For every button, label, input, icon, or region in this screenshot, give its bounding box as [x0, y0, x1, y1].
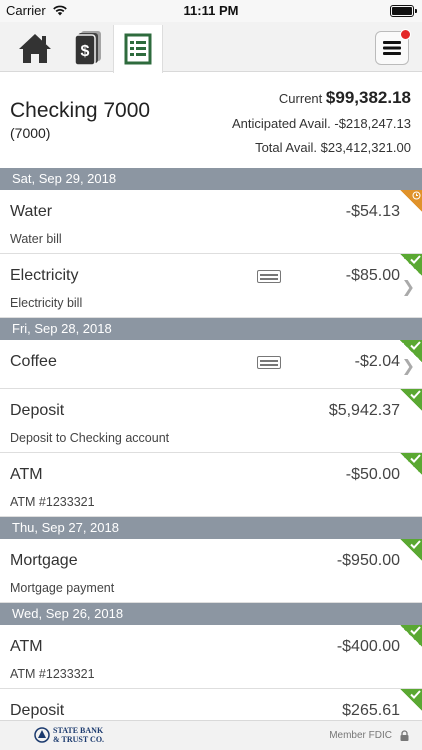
date-header: Wed, Sep 26, 2018 [0, 603, 422, 625]
fdic-label: Member FDIC [329, 730, 392, 741]
account-number: (7000) [10, 125, 51, 141]
transaction-amount: $265.61 [342, 702, 400, 719]
cleared-check-icon [400, 689, 422, 711]
current-balance-label: Current [278, 91, 323, 106]
transaction-row[interactable]: Deposit $265.61 [0, 689, 422, 720]
transaction-title: ATM [10, 638, 43, 655]
transaction-amount: $5,942.37 [328, 402, 400, 419]
current-balance: Current $99,382.18 [279, 88, 411, 108]
transaction-title: Mortgage [10, 552, 78, 569]
date-header: Fri, Sep 28, 2018 [0, 318, 422, 340]
bank-logo: STATE BANK & TRUST CO. [34, 726, 104, 744]
transaction-amount: -$2.04 [354, 353, 400, 370]
menu-button[interactable] [375, 29, 411, 65]
transaction-title: Deposit [10, 402, 65, 419]
bank-name-line1: STATE BANK [53, 726, 104, 735]
transaction-row[interactable]: Electricity Electricity bill -$85.00 ❯ [0, 254, 422, 318]
card-icon [257, 270, 281, 283]
anticipated-balance: Anticipated Avail. -$218,247.13 [232, 116, 411, 131]
transaction-row[interactable]: Coffee -$2.04 ❯ [0, 340, 422, 389]
transaction-title: Water [10, 203, 53, 220]
transaction-row[interactable]: ATM ATM #1233321 -$50.00 [0, 453, 422, 517]
transaction-description: Electricity bill [10, 296, 83, 310]
money-icon: $ [74, 31, 101, 66]
transaction-amount: -$950.00 [336, 552, 400, 569]
battery-icon [390, 5, 417, 17]
date-header: Sat, Sep 29, 2018 [0, 168, 422, 190]
transaction-description: Mortgage payment [10, 581, 115, 595]
bank-name-line2: & TRUST CO. [53, 735, 105, 744]
transaction-title: Coffee [10, 353, 57, 370]
transaction-description: Water bill [10, 232, 62, 246]
transaction-amount: -$85.00 [345, 267, 400, 284]
transaction-amount: -$54.13 [345, 203, 400, 220]
home-tab[interactable] [11, 25, 59, 71]
account-summary: Checking 7000 (7000) Current $99,382.18 … [0, 73, 422, 168]
notification-badge [400, 29, 411, 40]
transaction-description: ATM #1233321 [10, 495, 95, 509]
transaction-row[interactable]: ATM ATM #1233321 -$400.00 [0, 625, 422, 689]
cleared-check-icon [400, 453, 422, 475]
status-bar: Carrier 11:11 PM [0, 0, 422, 22]
register-icon [124, 33, 152, 65]
lock-icon [400, 730, 409, 741]
total-balance-label: Total Avail. [255, 140, 317, 155]
transaction-amount: -$400.00 [336, 638, 400, 655]
date-header: Thu, Sep 27, 2018 [0, 517, 422, 539]
transaction-amount: -$50.00 [345, 466, 400, 483]
transaction-row[interactable]: Deposit Deposit to Checking account $5,9… [0, 389, 422, 453]
cleared-check-icon [400, 254, 422, 276]
register-tab[interactable] [113, 25, 163, 73]
clock-time: 11:11 PM [183, 3, 239, 18]
cleared-check-icon [400, 389, 422, 411]
transaction-description: Deposit to Checking account [10, 431, 170, 445]
accounts-tab[interactable]: $ [62, 25, 110, 71]
current-balance-value: $99,382.18 [325, 88, 411, 107]
home-icon [19, 34, 51, 63]
total-balance: Total Avail. $23,412,321.00 [255, 140, 411, 155]
total-balance-value: $23,412,321.00 [320, 140, 411, 155]
card-icon [257, 356, 281, 369]
transaction-title: ATM [10, 466, 43, 483]
hamburger-icon [383, 41, 401, 55]
top-nav: $ [0, 22, 422, 73]
cleared-check-icon [400, 539, 422, 561]
pending-clock-icon [400, 190, 422, 212]
transaction-description: ATM #1233321 [10, 667, 95, 681]
cleared-check-icon [400, 625, 422, 647]
svg-text:$: $ [81, 43, 90, 60]
account-name: Checking 7000 [10, 99, 151, 122]
chevron-right-icon[interactable]: ❯ [402, 277, 415, 297]
transaction-list[interactable]: Sat, Sep 29, 2018 Water Water bill -$54.… [0, 168, 422, 720]
bank-emblem-icon [34, 727, 50, 743]
transaction-row[interactable]: Water Water bill -$54.13 [0, 190, 422, 254]
transaction-title: Electricity [10, 267, 79, 284]
transaction-title: Deposit [10, 702, 65, 719]
anticipated-balance-label: Anticipated Avail. [231, 116, 331, 131]
cleared-check-icon [400, 340, 422, 362]
transaction-row[interactable]: Mortgage Mortgage payment -$950.00 [0, 539, 422, 603]
footer: STATE BANK & TRUST CO. Member FDIC [0, 720, 422, 750]
anticipated-balance-value: -$218,247.13 [334, 116, 411, 131]
